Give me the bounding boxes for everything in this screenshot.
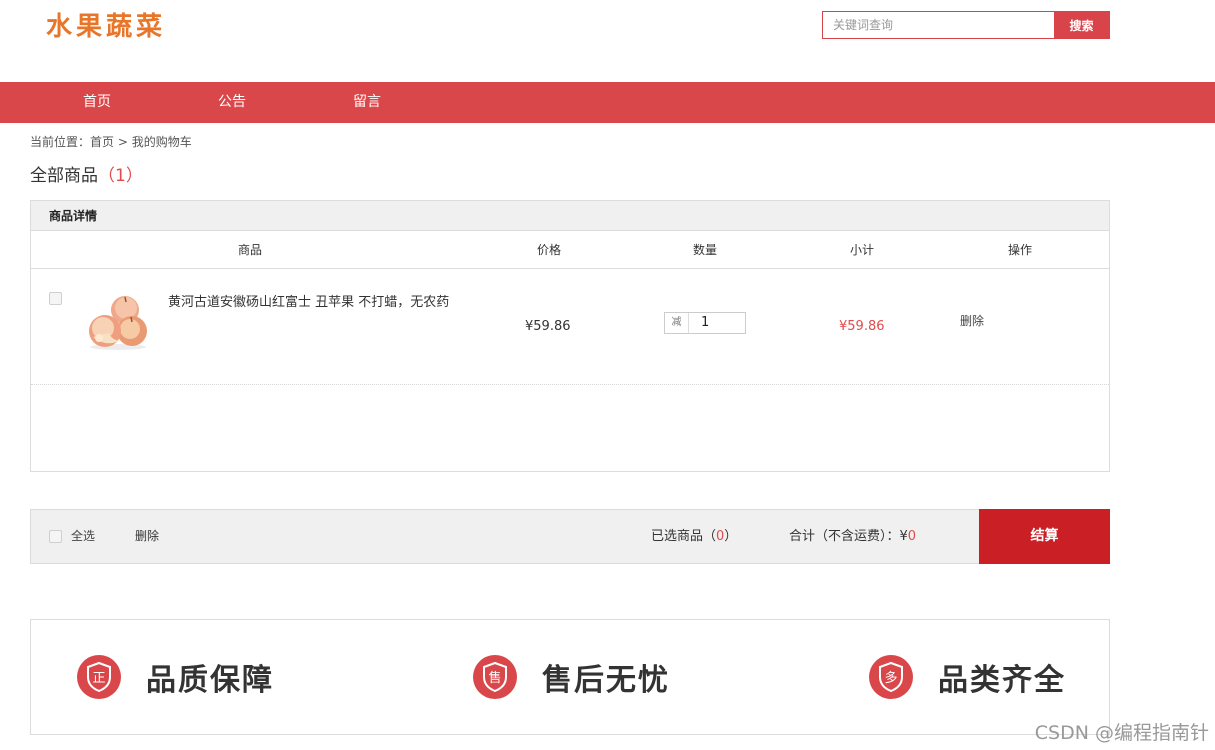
all-goods-title: 全部商品（1）: [30, 161, 143, 186]
column-header-subtotal: 小计: [849, 243, 875, 257]
main-nav: 首页 公告 留言: [0, 82, 1215, 123]
watermark: CSDN @编程指南针: [1034, 722, 1209, 744]
item-checkbox[interactable]: [49, 292, 62, 305]
product-name-link[interactable]: 黄河古道安徽砀山红富士 丑苹果 不打蜡，无农药: [168, 293, 473, 312]
total-price: 合计（不含运费）：¥0: [789, 510, 916, 563]
feature-quality-label: 品质保障: [146, 663, 274, 698]
column-header-product: 商品: [237, 243, 263, 257]
total-price-label: 合计（不含运费）：¥: [789, 529, 908, 544]
cart-header: 商品详情: [31, 201, 1109, 231]
after-sales-icon-glyph: 售: [488, 670, 501, 686]
after-sales-icon: 售: [473, 655, 517, 699]
cart-footer-bar: 全选 删除 已选商品（0） 合计（不含运费）：¥0 结算: [30, 509, 1110, 564]
column-header-quantity: 数量: [692, 243, 718, 257]
breadcrumb-prefix: 当前位置：: [30, 135, 91, 149]
breadcrumb-separator: >: [114, 135, 132, 149]
selected-goods-suffix: ）: [724, 529, 738, 544]
selected-goods-label: 已选商品（: [651, 529, 717, 544]
nav-item-message[interactable]: 留言: [353, 82, 381, 123]
quality-icon: 正: [77, 655, 121, 699]
feature-after-sales-label: 售后无忧: [542, 663, 670, 698]
feature-variety: 多 品类齐全: [868, 620, 1066, 734]
selected-goods-count: 已选商品（0）: [651, 510, 737, 563]
cart-column-headers: 商品 价格 数量 小计 操作: [31, 231, 1109, 269]
variety-icon: 多: [869, 655, 913, 699]
delete-selected-link[interactable]: 删除: [135, 510, 159, 563]
search-button[interactable]: 搜索: [1054, 12, 1109, 38]
service-features: 正 品质保障 售 售后无忧 多 品类齐全: [30, 619, 1110, 735]
cart-item-row: 黄河古道安徽砀山红富士 丑苹果 不打蜡，无农药 ¥59.86 减 1 ¥59.8…: [31, 269, 1109, 385]
all-goods-count: （1）: [98, 166, 143, 186]
all-goods-label: 全部商品: [30, 166, 98, 186]
product-image[interactable]: [85, 293, 151, 351]
site-logo[interactable]: 水果蔬菜: [46, 6, 166, 43]
product-price: ¥59.86: [525, 319, 571, 334]
decrease-quantity-button[interactable]: 减: [665, 313, 689, 333]
nav-item-home[interactable]: 首页: [83, 82, 111, 123]
breadcrumb: 当前位置：首页 > 我的购物车: [30, 133, 192, 150]
delete-item-link[interactable]: 删除: [960, 312, 984, 329]
variety-icon-glyph: 多: [884, 670, 897, 686]
feature-variety-label: 品类齐全: [938, 663, 1066, 698]
cart-table: 商品详情 商品 价格 数量 小计 操作 黄河古道安徽砀山红富士 丑苹果 不打蜡，…: [30, 200, 1110, 472]
feature-after-sales: 售 售后无忧: [472, 620, 670, 734]
column-header-action: 操作: [1007, 243, 1033, 257]
quantity-input[interactable]: 1: [689, 313, 745, 333]
quality-icon-glyph: 正: [92, 671, 105, 686]
breadcrumb-current: 我的购物车: [131, 135, 192, 149]
total-price-value: 0: [907, 529, 917, 544]
search-bar: 搜索: [822, 11, 1110, 39]
search-input[interactable]: [823, 12, 1054, 38]
nav-item-notice[interactable]: 公告: [218, 82, 246, 123]
select-all-checkbox[interactable]: [49, 530, 62, 543]
feature-quality: 正 品质保障: [76, 620, 274, 734]
product-subtotal: ¥59.86: [839, 319, 885, 334]
column-header-price: 价格: [536, 243, 562, 257]
breadcrumb-home-link[interactable]: 首页: [90, 135, 114, 149]
checkout-button[interactable]: 结算: [979, 509, 1110, 564]
select-all-label[interactable]: 全选: [71, 510, 95, 563]
quantity-stepper: 减 1: [664, 312, 746, 334]
